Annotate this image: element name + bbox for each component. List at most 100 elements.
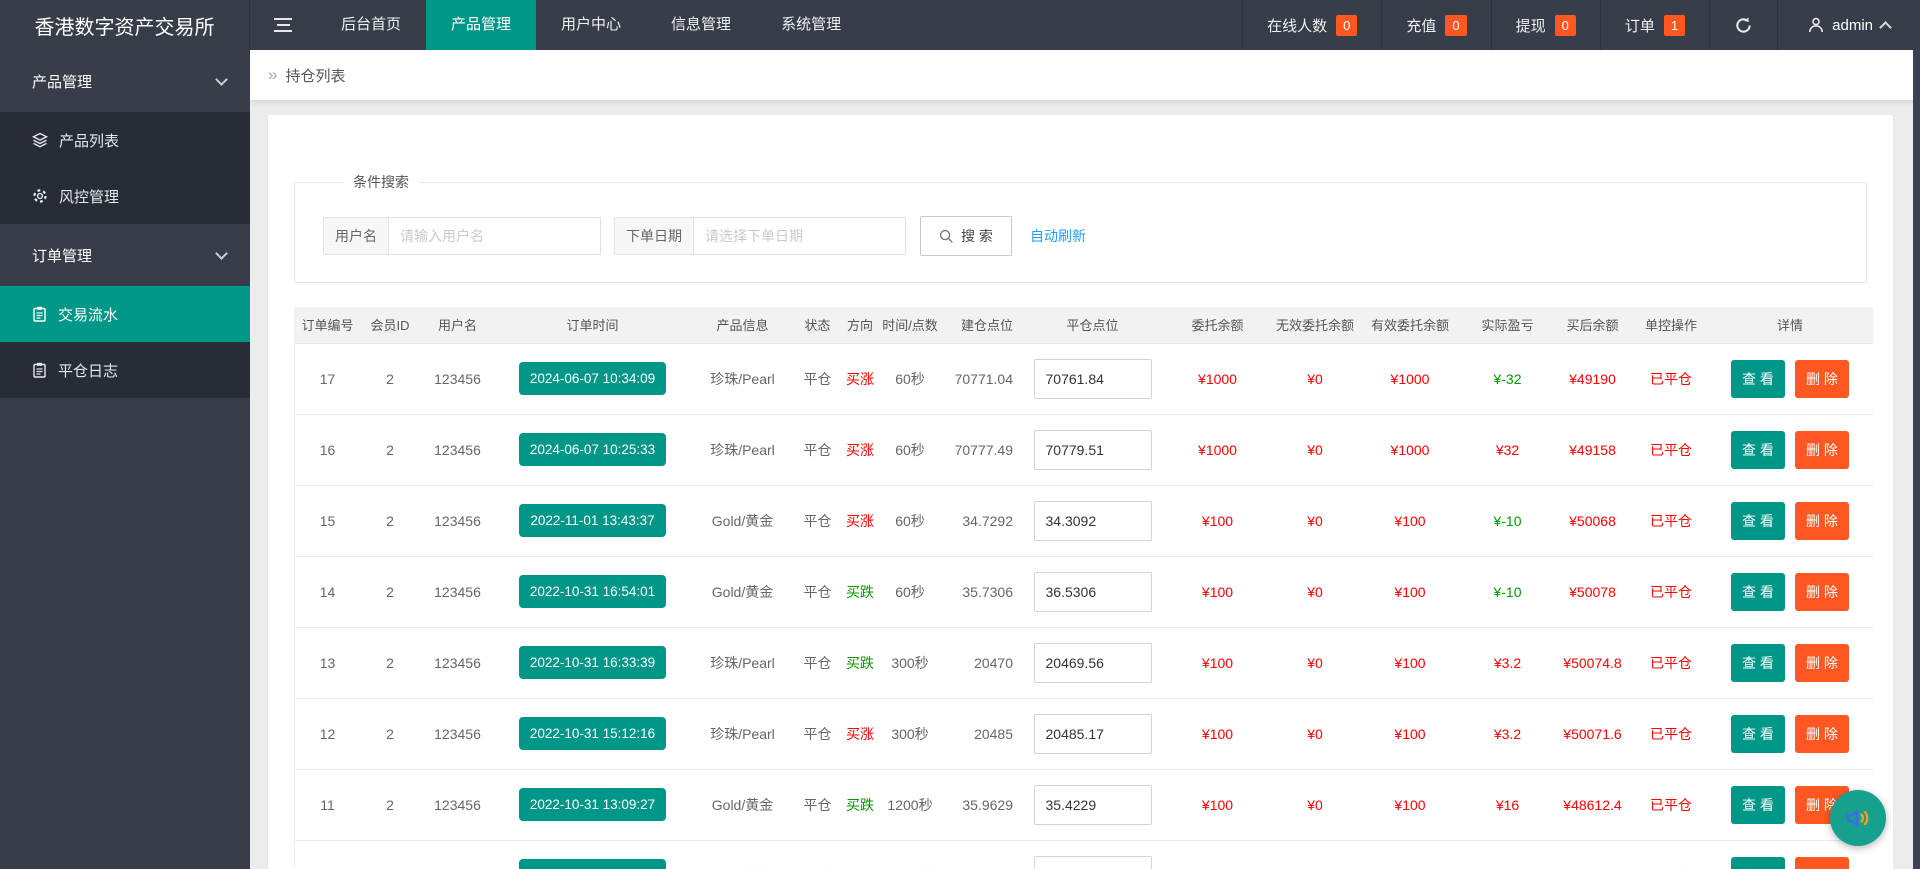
duration-cell: 1200秒: [880, 839, 940, 869]
view-button[interactable]: 查 看: [1731, 785, 1785, 824]
page-scrollbar[interactable]: [1913, 50, 1920, 869]
order-time-badge[interactable]: 2024-06-07 10:25:33: [518, 433, 667, 466]
open-point-cell: 34.7292: [940, 484, 1025, 556]
order-date-label: 下单日期: [615, 218, 694, 254]
sidebar-item-1-0[interactable]: 交易流水: [0, 286, 250, 342]
auto-refresh-link[interactable]: 自动刷新: [1030, 226, 1086, 246]
sound-float-button[interactable]: [1830, 790, 1886, 846]
close-point-input[interactable]: 35.4229: [1033, 784, 1152, 825]
user-menu[interactable]: admin: [1777, 0, 1920, 50]
view-button[interactable]: 查 看: [1731, 501, 1785, 540]
close-point-input[interactable]: 36.2716: [1033, 855, 1152, 869]
nav-stat-3[interactable]: 订单 1: [1599, 0, 1709, 50]
direction-cell: 买跌: [840, 626, 880, 698]
view-button[interactable]: 查 看: [1731, 714, 1785, 753]
order-time-badge[interactable]: 2022-11-01 13:43:37: [519, 504, 666, 537]
table-row: 12 2 123456 2022-10-31 15:12:16 珍珠/Pearl 平仓 买涨…: [295, 697, 1873, 769]
col-header-8: 建仓点位: [940, 307, 1025, 343]
invalid-entrust-cell: ¥0: [1275, 342, 1355, 414]
order-id-cell: 17: [295, 342, 360, 414]
close-point-input[interactable]: 70761.84: [1033, 358, 1152, 399]
order-time-badge[interactable]: 2022-10-31 13:09:27: [518, 788, 667, 821]
invalid-entrust-cell: ¥0: [1275, 626, 1355, 698]
table-body: 17 2 123456 2024-06-07 10:34:09 珍珠/Pearl 平仓 买涨…: [295, 342, 1873, 869]
control-status-cell: 已平仓: [1635, 839, 1707, 869]
view-button[interactable]: 查 看: [1731, 572, 1785, 611]
count-badge: 0: [1445, 14, 1467, 36]
close-point-input[interactable]: 70779.51: [1033, 429, 1152, 470]
duration-cell: 60秒: [880, 555, 940, 627]
nav-tab-3[interactable]: 信息管理: [646, 0, 756, 50]
sidebar-group-0[interactable]: 产品管理: [0, 50, 250, 112]
sidebar-item-1-1[interactable]: 平仓日志: [0, 342, 250, 398]
view-button[interactable]: 查 看: [1731, 643, 1785, 682]
valid-entrust-cell: ¥100: [1355, 697, 1465, 769]
view-button[interactable]: 查 看: [1731, 430, 1785, 469]
pnl-cell: ¥160: [1465, 839, 1550, 869]
delete-button[interactable]: 删 除: [1795, 572, 1849, 611]
duration-cell: 60秒: [880, 342, 940, 414]
pnl-cell: ¥-32: [1465, 342, 1550, 414]
close-point-input[interactable]: 34.3092: [1033, 500, 1152, 541]
view-button[interactable]: 查 看: [1731, 359, 1785, 398]
delete-button[interactable]: 删 除: [1795, 430, 1849, 469]
order-time-badge[interactable]: 2022-10-31 15:12:16: [518, 717, 667, 750]
order-time-cell: 2022-10-31 13:09:27: [495, 768, 690, 840]
open-point-cell: 20485: [940, 697, 1025, 769]
delete-button[interactable]: 删 除: [1795, 856, 1849, 869]
nav-stat-0[interactable]: 在线人数 0: [1242, 0, 1381, 50]
status-cell: 平仓: [795, 555, 840, 627]
order-time-badge[interactable]: 2022-10-31 16:54:01: [518, 575, 667, 608]
chevron-down-icon: [215, 72, 228, 86]
order-time-cell: 2022-10-31 16:54:01: [495, 555, 690, 627]
control-status-cell: 已平仓: [1635, 484, 1707, 556]
order-date-input[interactable]: [694, 218, 905, 254]
close-point-cell: 34.3092: [1025, 484, 1160, 556]
col-header-16: 详情: [1707, 307, 1873, 343]
entrust-cell: ¥1000: [1160, 839, 1275, 869]
order-time-cell: 2022-10-31 16:33:39: [495, 626, 690, 698]
refresh-button[interactable]: [1709, 0, 1777, 50]
hamburger-menu-icon[interactable]: [250, 0, 316, 50]
username-input[interactable]: [389, 218, 600, 254]
actions-cell: 查 看删 除: [1707, 342, 1873, 414]
close-point-input[interactable]: 20469.56: [1033, 642, 1152, 683]
status-cell: 平仓: [795, 484, 840, 556]
username-cell: 123456: [420, 768, 495, 840]
entrust-cell: ¥100: [1160, 555, 1275, 627]
delete-button[interactable]: 删 除: [1795, 643, 1849, 682]
order-time-badge[interactable]: 2022-10-31 13:09:18: [518, 859, 667, 869]
search-button[interactable]: 搜 索: [920, 216, 1012, 256]
main-content: 条件搜索 用户名 下单日期 搜 索 自动刷新: [250, 100, 1913, 869]
member-id-cell: 2: [360, 768, 420, 840]
order-id-cell: 16: [295, 413, 360, 485]
balance-after-cell: ¥49158: [1550, 413, 1635, 485]
valid-entrust-cell: ¥100: [1355, 555, 1465, 627]
nav-tab-1[interactable]: 产品管理: [426, 0, 537, 50]
order-time-badge[interactable]: 2022-10-31 16:33:39: [518, 646, 667, 679]
sidebar-item-0-1[interactable]: 风控管理: [0, 168, 250, 224]
clipboard-icon: [32, 362, 47, 378]
nav-tab-0[interactable]: 后台首页: [316, 0, 426, 50]
member-id-cell: 2: [360, 413, 420, 485]
sidebar-group-1[interactable]: 订单管理: [0, 224, 250, 286]
order-time-badge[interactable]: 2024-06-07 10:34:09: [518, 362, 667, 395]
col-header-0: 订单编号: [295, 307, 360, 343]
nav-tab-2[interactable]: 用户中心: [536, 0, 646, 50]
view-button[interactable]: 查 看: [1731, 856, 1785, 869]
valid-entrust-cell: ¥100: [1355, 626, 1465, 698]
sidebar-item-0-0[interactable]: 产品列表: [0, 112, 250, 168]
nav-right: 在线人数 0 充值 0 提现 0 订单 1 admin: [1242, 0, 1920, 50]
close-point-input[interactable]: 36.5306: [1033, 571, 1152, 612]
delete-button[interactable]: 删 除: [1795, 714, 1849, 753]
refresh-icon: [1736, 17, 1751, 33]
nav-stat-1[interactable]: 充值 0: [1381, 0, 1490, 50]
close-point-input[interactable]: 20485.17: [1033, 713, 1152, 754]
valid-entrust-cell: ¥1000: [1355, 342, 1465, 414]
top-navbar: 香港数字资产交易所 后台首页 产品管理 用户中心 信息管理 系统管理 在线人数 0 充值 0 提…: [0, 0, 1920, 50]
delete-button[interactable]: 删 除: [1795, 501, 1849, 540]
valid-entrust-cell: ¥1000: [1355, 413, 1465, 485]
nav-tab-4[interactable]: 系统管理: [756, 0, 866, 50]
delete-button[interactable]: 删 除: [1795, 359, 1849, 398]
nav-stat-2[interactable]: 提现 0: [1490, 0, 1600, 50]
